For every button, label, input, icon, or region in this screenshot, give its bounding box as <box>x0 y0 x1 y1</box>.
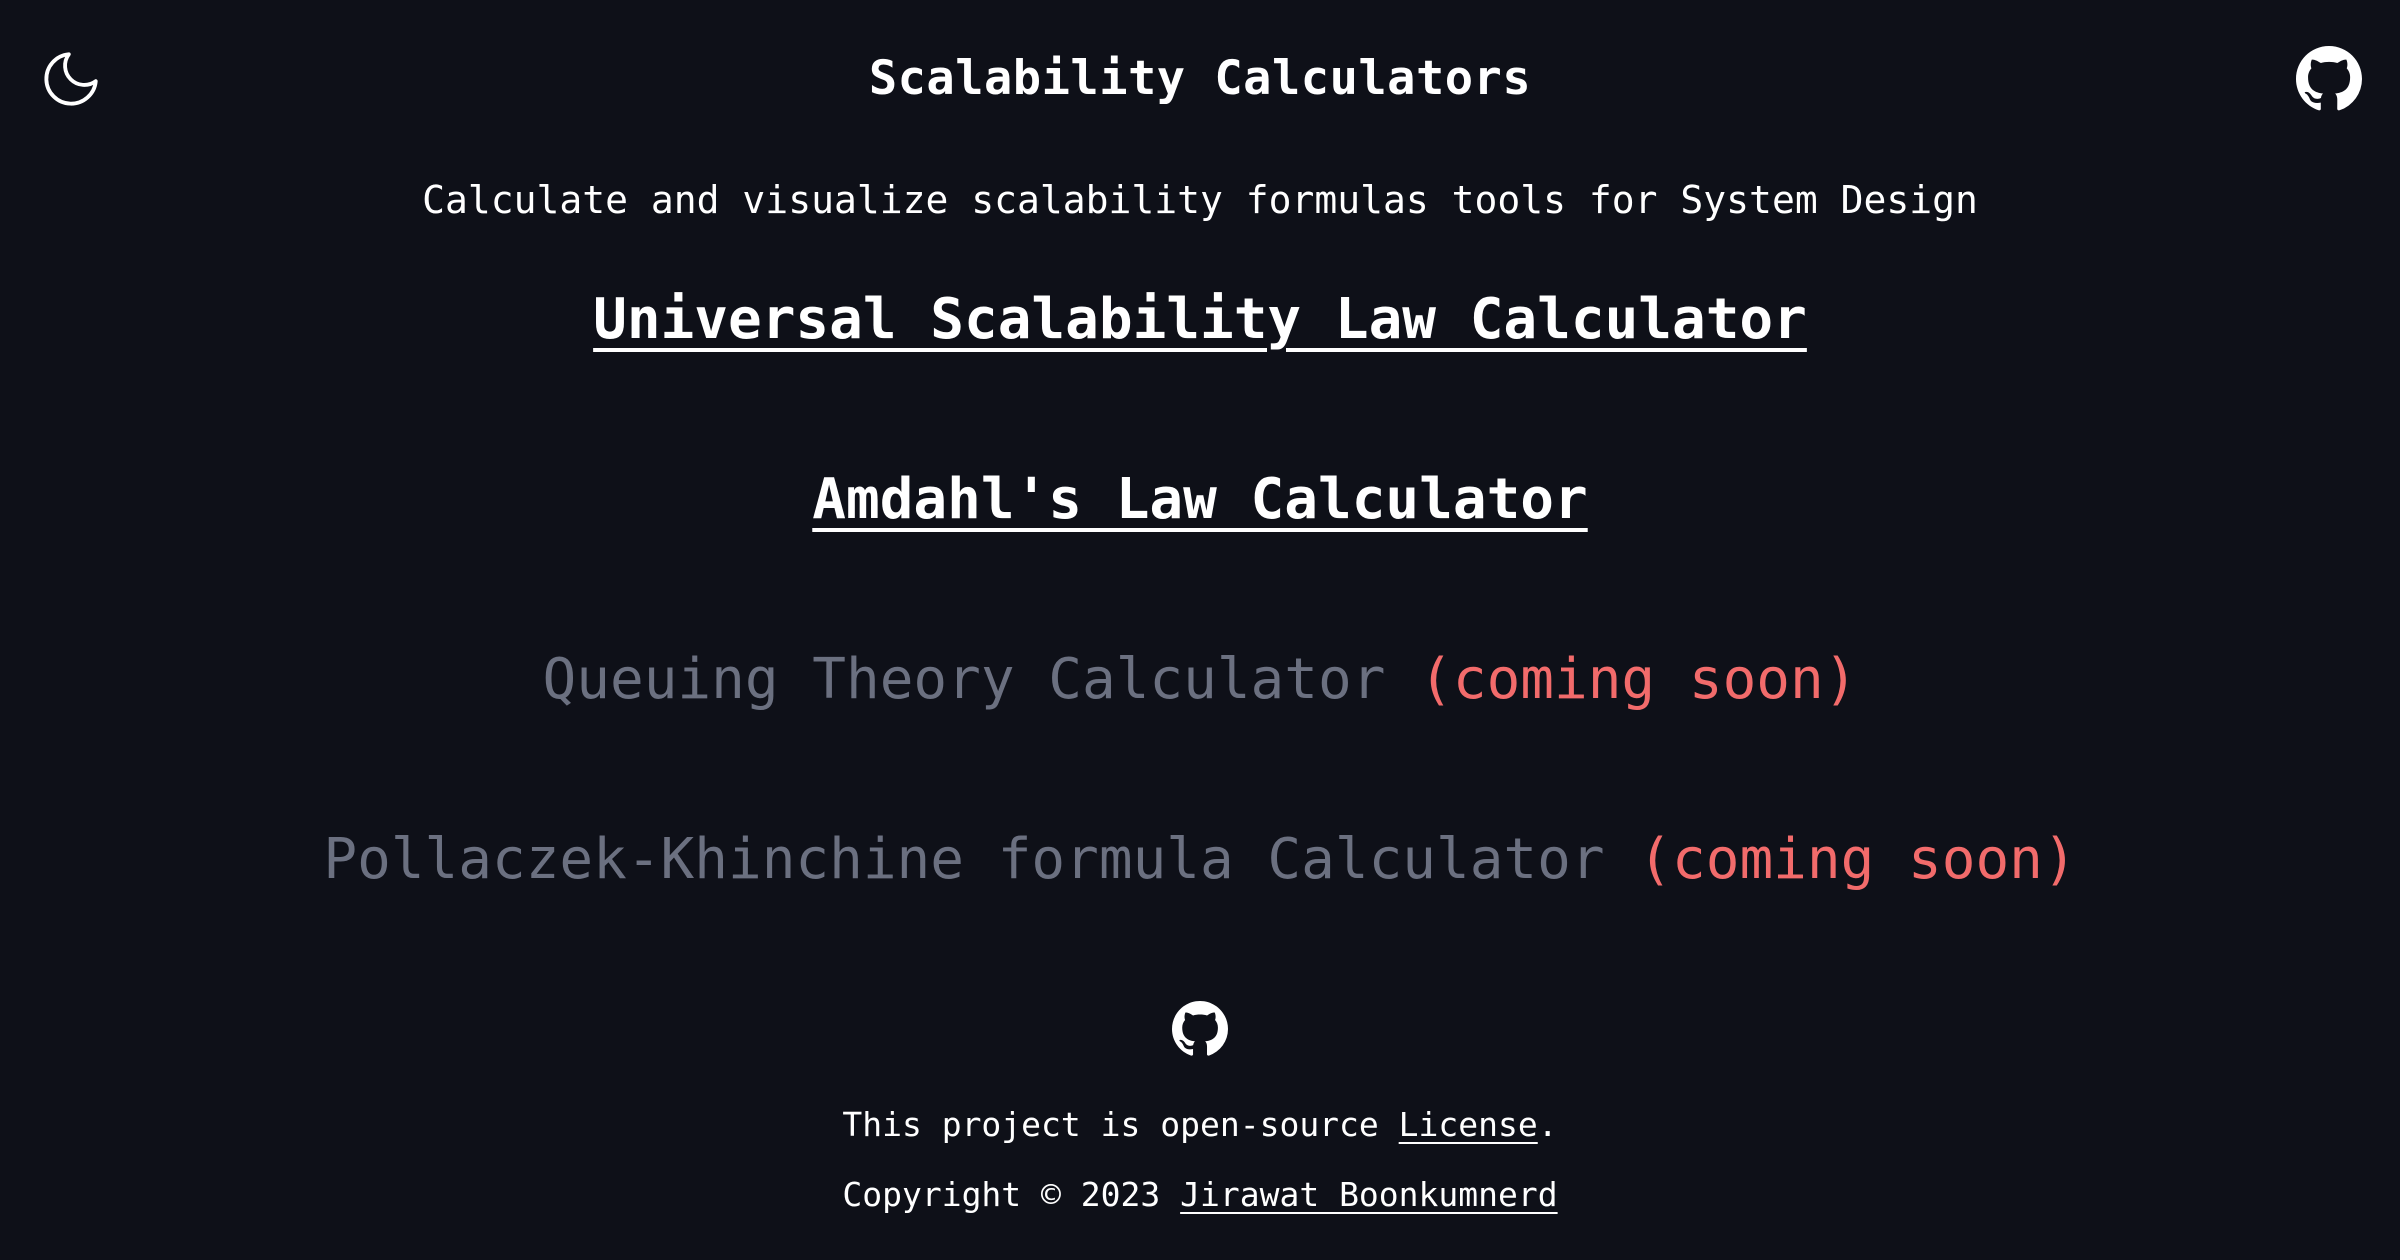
calculator-item-amdahl: Amdahl's Law Calculator <box>0 460 2400 540</box>
coming-soon-badge: (coming soon) <box>1419 647 1858 712</box>
copyright-text: Copyright © 2023 <box>842 1175 1161 1214</box>
open-source-text: This project is open-source <box>842 1105 1379 1144</box>
pk-calculator-label: Pollaczek-Khinchine formula Calculator <box>323 827 1605 892</box>
calculator-item-usl: Universal Scalability Law Calculator <box>0 280 2400 360</box>
calculator-item-queuing: Queuing Theory Calculator (coming soon) <box>0 640 2400 720</box>
license-link[interactable]: License <box>1399 1105 1538 1144</box>
queuing-calculator-label: Queuing Theory Calculator <box>542 647 1386 712</box>
amdahl-calculator-link[interactable]: Amdahl's Law Calculator <box>812 467 1587 532</box>
footer-copyright-line: Copyright © 2023 Jirawat Boonkumnerd <box>0 1170 2400 1220</box>
footer-period: . <box>1537 1105 1558 1144</box>
github-icon[interactable] <box>2296 46 2362 112</box>
coming-soon-badge: (coming soon) <box>1638 827 2077 892</box>
author-link[interactable]: Jirawat Boonkumnerd <box>1180 1175 1558 1214</box>
header: Scalability Calculators <box>0 0 2400 160</box>
github-icon[interactable] <box>1172 1001 1228 1057</box>
page-subtitle: Calculate and visualize scalability form… <box>422 178 1978 222</box>
footer-license-line: This project is open-source License. <box>0 1100 2400 1150</box>
usl-calculator-link[interactable]: Universal Scalability Law Calculator <box>593 287 1807 352</box>
calculator-item-pollaczek-khinchine: Pollaczek-Khinchine formula Calculator (… <box>0 820 2400 900</box>
page-title: Scalability Calculators <box>868 51 1532 106</box>
